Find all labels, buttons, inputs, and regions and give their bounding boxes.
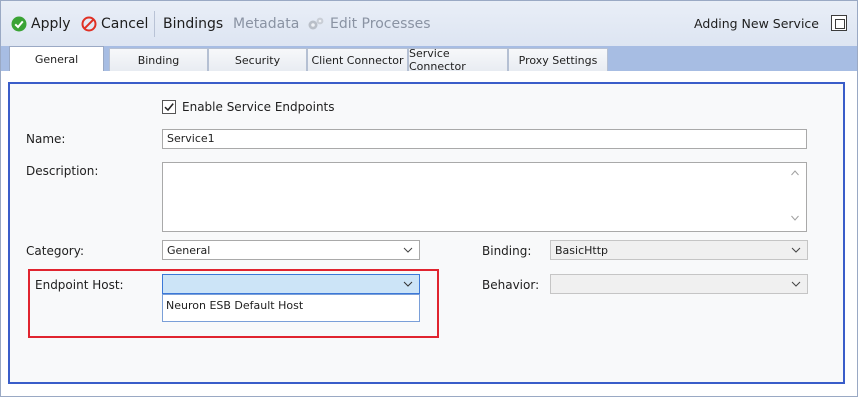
tab-label: Client Connector <box>311 53 404 67</box>
chevron-down-icon <box>403 247 413 253</box>
tab-content: Enable Service Endpoints Name: Service1 … <box>0 71 858 397</box>
name-field[interactable]: Service1 <box>162 129 807 149</box>
tab-label: Proxy Settings <box>518 53 598 67</box>
tab-label: Binding <box>137 53 180 67</box>
tab-client-connector[interactable]: Client Connector <box>307 48 408 71</box>
edit-processes-label: Edit Processes <box>330 16 431 32</box>
apply-label: Apply <box>31 16 71 32</box>
scroll-up-icon[interactable] <box>790 168 800 178</box>
category-label: Category: <box>26 244 84 258</box>
tab-general[interactable]: General <box>9 46 104 71</box>
apply-button[interactable]: Apply <box>11 14 71 34</box>
general-panel: Enable Service Endpoints Name: Service1 … <box>8 82 845 384</box>
enable-endpoints-checkbox[interactable] <box>162 100 176 114</box>
behavior-select[interactable] <box>550 274 808 294</box>
window-toggle-button[interactable] <box>831 15 847 31</box>
behavior-label: Behavior: <box>482 278 540 292</box>
binding-value: BasicHttp <box>555 244 609 257</box>
toolbar: Apply Cancel Bindings Metadata Edit Proc… <box>0 0 858 46</box>
metadata-button[interactable]: Metadata <box>233 14 299 34</box>
tab-strip: General Binding Security Client Connecto… <box>0 46 858 73</box>
check-circle-icon <box>11 16 27 32</box>
scroll-down-icon[interactable] <box>790 213 800 223</box>
tab-service-connector[interactable]: Service Connector <box>408 47 508 73</box>
gears-icon <box>308 17 324 30</box>
tab-security[interactable]: Security <box>208 48 307 71</box>
name-label: Name: <box>26 132 66 146</box>
tab-label: Service Connector <box>409 47 466 73</box>
chevron-down-icon <box>791 247 801 253</box>
cancel-icon <box>81 16 97 32</box>
tab-binding[interactable]: Binding <box>109 48 208 71</box>
tab-proxy-settings[interactable]: Proxy Settings <box>508 48 608 71</box>
description-label: Description: <box>26 164 99 178</box>
description-field[interactable] <box>162 162 807 232</box>
tab-label: Security <box>234 53 281 67</box>
category-value: General <box>167 244 211 257</box>
bindings-button[interactable]: Bindings <box>163 14 223 34</box>
toolbar-separator <box>154 11 155 37</box>
chevron-down-icon <box>791 281 801 287</box>
tab-label: General <box>34 52 79 66</box>
metadata-label: Metadata <box>233 16 300 32</box>
cancel-button[interactable]: Cancel <box>81 14 148 34</box>
enable-endpoints-label: Enable Service Endpoints <box>182 100 335 114</box>
cancel-label: Cancel <box>101 16 149 32</box>
highlight-box <box>28 269 439 338</box>
binding-select[interactable]: BasicHttp <box>550 240 808 260</box>
category-select[interactable]: General <box>162 240 420 260</box>
checkmark-icon <box>164 103 174 112</box>
bindings-label: Bindings <box>163 16 224 32</box>
binding-label: Binding: <box>482 244 532 258</box>
edit-processes-button[interactable]: Edit Processes <box>306 14 431 34</box>
status-text: Adding New Service <box>694 16 819 31</box>
